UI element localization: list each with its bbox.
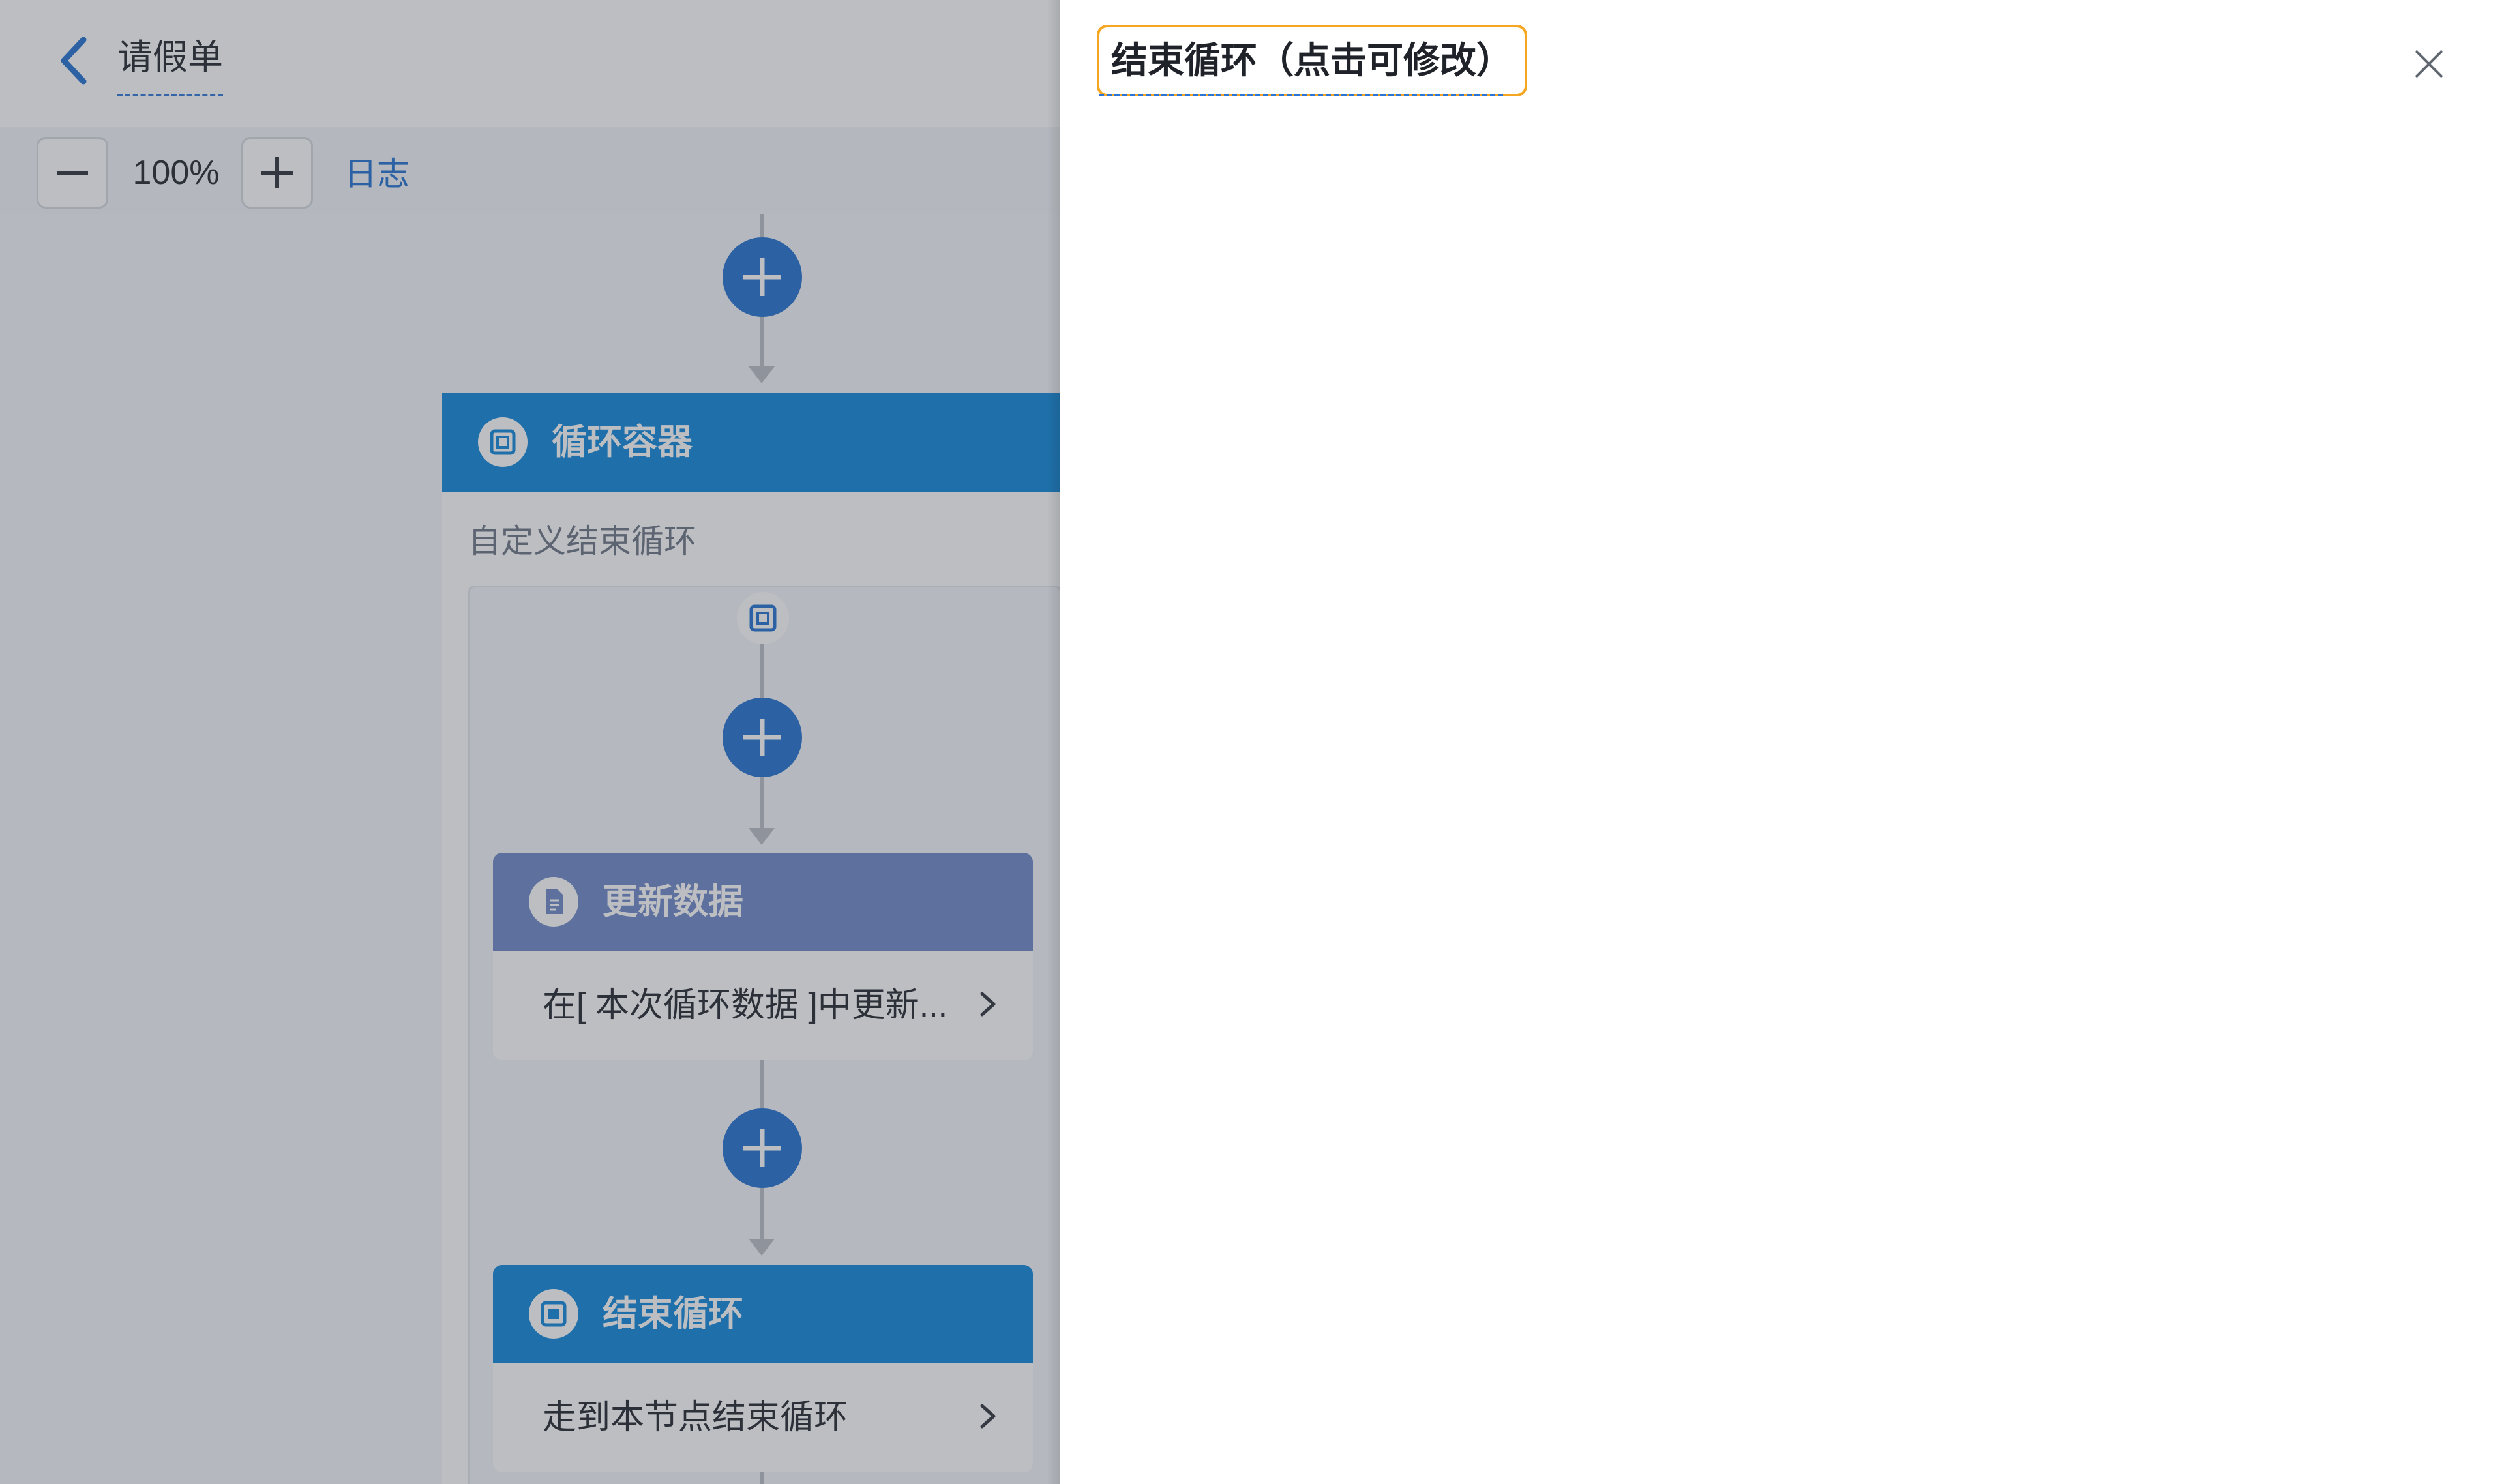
close-button[interactable]	[2403, 38, 2455, 90]
update-data-description: 在[ 本次循环数据 ]中更新...	[543, 987, 948, 1024]
connector-arrow	[749, 1239, 775, 1256]
chevron-right-icon	[980, 992, 996, 1017]
update-data-title: 更新数据	[603, 882, 743, 921]
loop-container-header[interactable]: 循环容器	[442, 393, 1060, 492]
app-title[interactable]: 请假单	[117, 31, 223, 96]
update-data-detail[interactable]: 在[ 本次循环数据 ]中更新...	[493, 951, 1033, 1060]
zoom-out-button[interactable]	[37, 137, 108, 209]
zoom-in-button[interactable]	[241, 137, 313, 209]
plus-icon	[261, 157, 293, 188]
add-node-button[interactable]	[723, 1108, 802, 1188]
document-icon	[529, 877, 578, 927]
back-button[interactable]	[51, 31, 97, 90]
update-data-node[interactable]: 更新数据 在[ 本次循环数据 ]中更新...	[493, 853, 1033, 1060]
loop-icon	[478, 417, 528, 467]
close-icon	[2415, 50, 2443, 78]
log-link[interactable]: 日志	[344, 145, 410, 203]
add-node-button[interactable]	[723, 237, 802, 317]
plus-icon	[743, 258, 781, 296]
drawer-title-editor[interactable]: 结束循环（点击可修改）	[1097, 25, 1527, 96]
end-loop-node[interactable]: 结束循环 走到本节点结束循环	[493, 1265, 1033, 1472]
node-settings-drawer: 结束循环（点击可修改）	[1060, 0, 2504, 1484]
loop-start-icon	[737, 592, 789, 644]
flow-canvas: 请假单 100% 日志 循环容器 自定义结束循环 更新数据 在[本次循环数据 …	[0, 0, 1060, 1484]
loop-container-title: 循环容器	[552, 423, 693, 462]
connector-arrow	[749, 828, 775, 845]
update-data-header: 更新数据	[493, 853, 1033, 951]
drawer-title: 结束循环（点击可修改）	[1111, 40, 1513, 81]
connector-line	[760, 1472, 764, 1484]
end-loop-header: 结束循环	[493, 1265, 1033, 1363]
end-loop-title: 结束循环	[603, 1294, 743, 1333]
drawer-shadow	[1047, 0, 1060, 1484]
zoom-level: 100%	[132, 154, 220, 192]
end-loop-detail[interactable]: 走到本节点结束循环	[493, 1363, 1033, 1472]
plus-icon	[743, 1129, 781, 1167]
chevron-left-icon	[61, 37, 87, 85]
title-underline	[1099, 94, 1503, 96]
plus-icon	[743, 719, 781, 756]
stop-icon	[529, 1289, 578, 1339]
loop-container-subtitle: 自定义结束循环	[468, 523, 696, 559]
end-loop-description: 走到本节点结束循环	[543, 1399, 848, 1436]
chevron-right-icon	[980, 1404, 996, 1429]
connector-arrow	[749, 366, 775, 383]
add-node-button[interactable]	[723, 698, 802, 777]
minus-icon	[57, 171, 88, 175]
